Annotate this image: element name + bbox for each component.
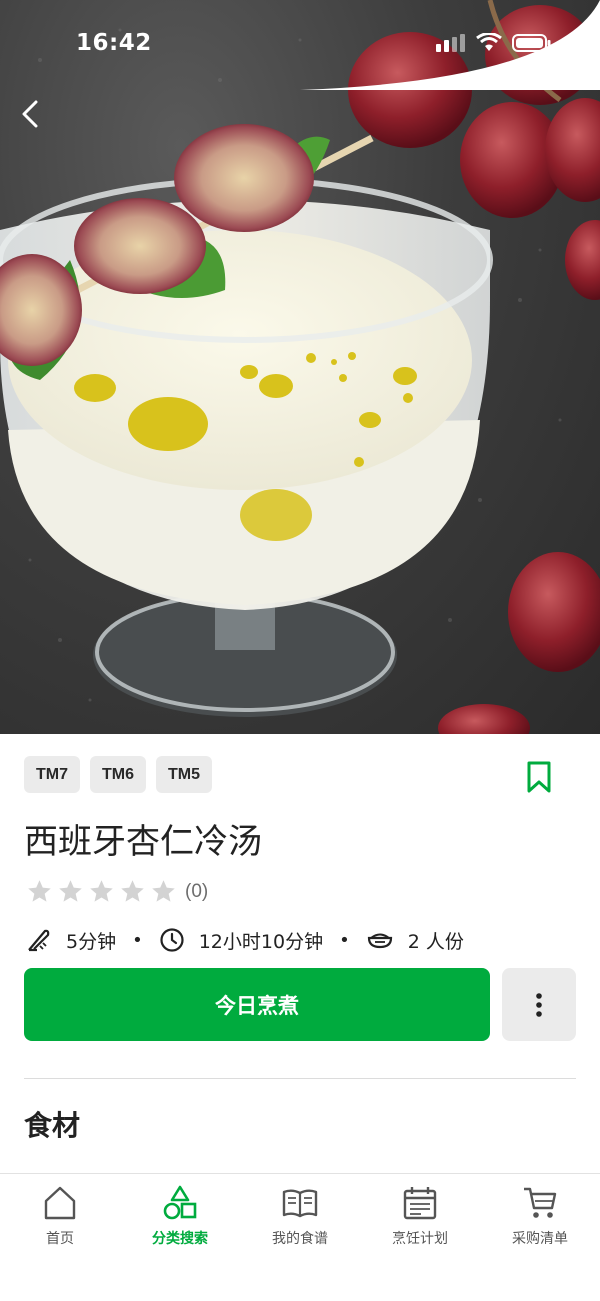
total-time: 12小时10分钟 <box>159 927 323 954</box>
cart-icon <box>524 1187 557 1218</box>
clock-icon <box>160 928 184 952</box>
prep-time-text: 5分钟 <box>66 930 117 953</box>
servings: 2 人份 <box>366 927 464 954</box>
device-tag: TM6 <box>90 756 146 793</box>
cook-today-button[interactable]: 今日烹煮 <box>24 968 490 1041</box>
status-bar: 16:42 <box>0 0 600 90</box>
nav-item-categories[interactable]: 分类搜索 <box>120 1184 240 1248</box>
signal-icon <box>436 34 465 52</box>
device-tags: TM7 TM6 TM5 <box>24 756 212 793</box>
nav-item-my-recipes[interactable]: 我的食谱 <box>240 1184 360 1248</box>
prep-time: 5分钟 <box>26 927 116 954</box>
calendar-icon <box>403 1187 437 1220</box>
nav-item-home[interactable]: 首页 <box>0 1184 120 1248</box>
categories-icon <box>163 1185 197 1220</box>
home-icon <box>44 1186 76 1220</box>
bowl-icon <box>367 933 392 949</box>
star-icon <box>152 880 175 902</box>
battery-icon <box>512 34 551 52</box>
status-icons <box>436 33 552 53</box>
star-icon <box>121 880 144 902</box>
back-chevron-icon[interactable] <box>14 96 50 132</box>
wifi-icon <box>476 33 502 51</box>
status-time: 16:42 <box>76 30 152 56</box>
star-icon <box>90 880 113 902</box>
nav-label-home: 首页 <box>46 1231 74 1247</box>
nav-item-shopping-list[interactable]: 采购清单 <box>480 1184 600 1248</box>
ingredients-heading: 食材 <box>24 1109 81 1142</box>
device-tag: TM5 <box>156 756 212 793</box>
bookmark-icon[interactable] <box>524 760 554 794</box>
more-options-button[interactable] <box>502 968 576 1041</box>
recipe-hero-image <box>0 0 600 734</box>
nav-label-cooking-plan: 烹饪计划 <box>392 1231 448 1247</box>
nav-label-my-recipes: 我的食谱 <box>272 1231 328 1247</box>
recipe-meta: 5分钟 • 12小时10分钟 • 2 人份 <box>26 924 464 956</box>
recipe-title: 西班牙杏仁冷汤 <box>24 822 262 862</box>
nav-item-cooking-plan[interactable]: 烹饪计划 <box>360 1184 480 1248</box>
section-divider <box>24 1078 576 1079</box>
more-vertical-icon <box>536 992 542 1017</box>
nav-label-shopping-list: 采购清单 <box>512 1231 568 1247</box>
meta-separator: • <box>339 929 350 951</box>
rating[interactable]: (0) <box>26 878 208 905</box>
knife-icon <box>28 929 50 952</box>
bottom-nav: 首页 分类搜索 我的食谱 烹饪计划 采购清单 <box>0 1173 600 1301</box>
book-icon <box>282 1189 318 1218</box>
nav-label-categories: 分类搜索 <box>152 1231 208 1247</box>
recipe-photo <box>0 0 600 734</box>
total-time-text: 12小时10分钟 <box>198 930 324 953</box>
rating-count: (0) <box>185 880 209 902</box>
device-tag: TM7 <box>24 756 80 793</box>
star-icon <box>59 880 82 902</box>
star-icon <box>28 880 51 902</box>
servings-text: 2 人份 <box>407 930 464 953</box>
meta-separator: • <box>132 929 143 951</box>
